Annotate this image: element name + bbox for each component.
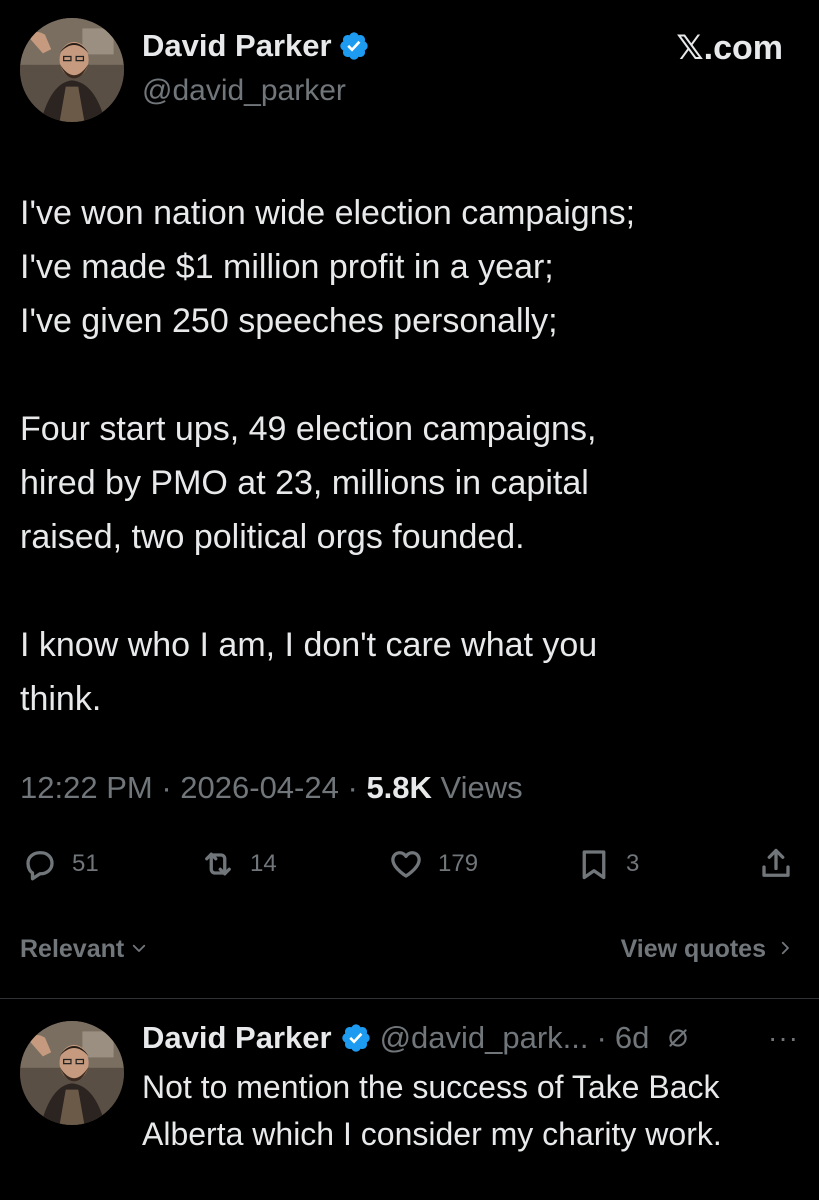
tweet-text-line: Four start ups, 49 election campaigns, bbox=[20, 410, 597, 448]
tweet-time[interactable]: 12:22 PM bbox=[20, 770, 153, 805]
author-avatar[interactable] bbox=[20, 18, 124, 122]
like-icon bbox=[391, 851, 421, 878]
meta-separator: · bbox=[161, 770, 172, 805]
bookmark-icon bbox=[582, 850, 606, 880]
reply-handle[interactable]: @david_park... bbox=[380, 1020, 589, 1056]
more-options-icon[interactable]: ··· bbox=[768, 1022, 799, 1054]
avatar-photo bbox=[20, 1021, 124, 1125]
share-icon bbox=[762, 848, 790, 877]
views-label: Views bbox=[440, 770, 523, 805]
tweet-text-line: raised, two political orgs founded. bbox=[20, 518, 525, 556]
like-count: 179 bbox=[438, 850, 479, 877]
author-name[interactable]: David Parker bbox=[142, 28, 332, 64]
tweet-text-line: I've made $1 million profit in a year; bbox=[20, 248, 554, 286]
tweet-date[interactable]: 2026-04-24 bbox=[180, 770, 339, 805]
view-quotes-label: View quotes bbox=[620, 935, 766, 963]
avatar-photo bbox=[20, 18, 124, 122]
verified-badge-icon bbox=[341, 1024, 370, 1052]
tweet-meta: 12:22 PM · 2026-04-24 · 5.8K Views bbox=[20, 770, 523, 806]
reply-filter-row: Relevant View quotes bbox=[20, 935, 800, 971]
bookmark-button[interactable]: 3 bbox=[576, 842, 639, 886]
author-handle[interactable]: @david_parker bbox=[142, 74, 346, 108]
tweet-text-line: I've won nation wide election campaigns; bbox=[20, 194, 636, 232]
author-name-row[interactable]: David Parker bbox=[142, 28, 370, 64]
reply-author-name[interactable]: David Parker bbox=[142, 1020, 332, 1056]
repost-count: 14 bbox=[250, 850, 277, 877]
like-button[interactable]: 179 bbox=[388, 842, 478, 886]
grok-icon[interactable] bbox=[665, 1025, 691, 1051]
reply-avatar[interactable] bbox=[20, 1021, 124, 1125]
sort-label: Relevant bbox=[20, 935, 125, 963]
bookmark-count: 3 bbox=[626, 850, 640, 877]
reply-separator: · bbox=[596, 1020, 607, 1055]
tweet-text-line: I know who I am, I don't care what you bbox=[20, 626, 598, 664]
meta-separator: · bbox=[347, 770, 358, 805]
divider bbox=[0, 998, 819, 999]
chevron-right-icon bbox=[776, 935, 794, 964]
share-button[interactable] bbox=[758, 842, 794, 886]
reply-count: 51 bbox=[72, 850, 99, 877]
reply-text: Not to mention the success of Take Back … bbox=[142, 1069, 722, 1152]
action-bar: 51 14 179 3 bbox=[20, 842, 800, 886]
repost-button[interactable]: 14 bbox=[200, 842, 277, 886]
tweet-text-line: hired by PMO at 23, millions in capital bbox=[20, 464, 589, 502]
views-count: 5.8K bbox=[366, 770, 432, 805]
reply-age[interactable]: 6d bbox=[615, 1020, 649, 1056]
tweet-text-line: think. bbox=[20, 680, 102, 718]
tweet-text-line: I've given 250 speeches personally; bbox=[20, 302, 558, 340]
view-quotes-link[interactable]: View quotes bbox=[621, 935, 794, 964]
tweet-text: I've won nation wide election campaigns;… bbox=[20, 186, 800, 726]
repost-icon bbox=[205, 852, 231, 876]
reply-header: David Parker @david_park... · 6d bbox=[142, 1020, 802, 1056]
reply-icon bbox=[26, 851, 54, 881]
chevron-down-icon bbox=[130, 935, 148, 964]
site-logo: 𝕏.com bbox=[676, 29, 783, 67]
sort-dropdown[interactable]: Relevant bbox=[20, 935, 148, 964]
reply-button[interactable]: 51 bbox=[22, 842, 99, 886]
verified-badge-icon bbox=[339, 32, 368, 60]
